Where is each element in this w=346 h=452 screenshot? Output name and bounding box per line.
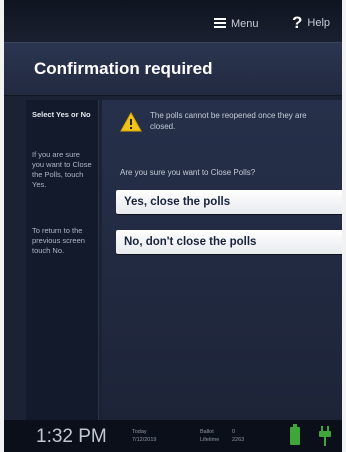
warning-icon <box>120 111 142 137</box>
ballot-count-value: 0 <box>232 429 236 435</box>
help-label: Help <box>307 17 331 29</box>
lifetime-count-label: Lifetime <box>200 437 220 443</box>
battery-icon <box>290 424 300 445</box>
confirmation-question: Are you sure you want to Close Polls? <box>120 168 256 177</box>
lifetime-count-value: 2263 <box>232 437 245 443</box>
date-value: 7/12/2019 <box>132 437 157 443</box>
instruction-sidebar: Select Yes or No If you are sure you wan… <box>26 100 99 420</box>
clock-time: 1:32 PM <box>36 426 107 447</box>
sidebar-instruction-yes: If you are sure you want to Close the Po… <box>32 150 92 189</box>
help-button[interactable]: ? Help <box>292 12 330 34</box>
menu-label: Menu <box>231 18 259 30</box>
status-footer: 1:32 PM Today 7/12/2019 Ballot 0 Lifetim… <box>4 420 342 452</box>
ballot-count-label: Ballot <box>200 429 214 435</box>
sidebar-instruction-no: To return to the previous screen touch N… <box>32 226 85 255</box>
page-header: Confirmation required <box>4 42 342 96</box>
no-dont-close-polls-button[interactable]: No, don't close the polls <box>116 230 342 254</box>
main-panel: The polls cannot be reopened once they a… <box>102 100 342 420</box>
voting-machine-screen: Menu ? Help Confirmation required Select… <box>4 0 342 452</box>
date-label: Today <box>132 429 147 435</box>
yes-close-polls-button[interactable]: Yes, close the polls <box>116 190 342 214</box>
top-bar: Menu ? Help <box>4 0 342 42</box>
page-title: Confirmation required <box>34 59 213 78</box>
menu-button[interactable]: Menu <box>214 14 259 34</box>
sidebar-title: Select Yes or No <box>32 110 91 119</box>
menu-icon <box>214 17 226 31</box>
help-icon: ? <box>292 13 303 32</box>
warning-text: The polls cannot be reopened once they a… <box>150 111 307 131</box>
power-plug-icon <box>318 426 332 451</box>
